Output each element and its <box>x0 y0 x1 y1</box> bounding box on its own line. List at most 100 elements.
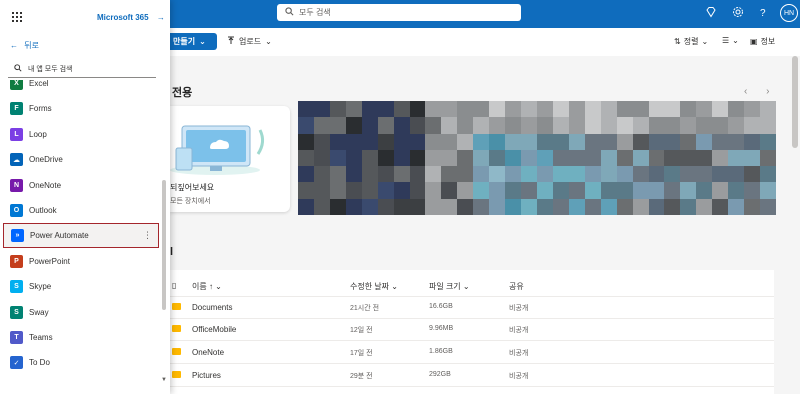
file-list-header: ▯ 이름 ↑ ⌄ 수정한 날짜 ⌄ 파일 크기 ⌄ 공유 <box>170 274 774 297</box>
thumbnail-pixel <box>521 198 537 215</box>
device-illustration <box>170 125 265 175</box>
avatar[interactable]: HN <box>780 4 798 22</box>
app-item-label: Sway <box>29 307 49 317</box>
thumbnail-pixel <box>728 198 745 215</box>
thumbnail-pixel <box>298 149 314 167</box>
info-button[interactable]: ▣ 정보 <box>750 36 775 47</box>
file-name[interactable]: OneNote <box>192 348 224 357</box>
more-options-icon[interactable]: ⋮ <box>143 230 152 241</box>
thumbnail-pixel <box>505 166 522 183</box>
app-item-label: Forms <box>29 104 52 114</box>
table-row[interactable]: OfficeMobile 12일 전 9.96MB 비공개 <box>170 318 774 341</box>
thumbnail-pixel <box>680 149 697 167</box>
search-placeholder: 모두 검색 <box>299 8 331 17</box>
thumbnail-pixel <box>744 182 761 199</box>
app-item-powerpoint[interactable]: P PowerPoint <box>3 249 159 274</box>
create-label: 만들기 <box>173 37 196 46</box>
microsoft-365-link[interactable]: Microsoft 365 → <box>97 13 165 22</box>
diamond-icon[interactable] <box>704 6 718 20</box>
app-item-outlook[interactable]: O Outlook <box>3 198 159 223</box>
thumbnail-pixel <box>696 198 713 215</box>
info-icon: ▣ <box>750 37 758 46</box>
thumbnail-pixel <box>648 133 665 150</box>
thumbnail-pixel <box>537 149 553 167</box>
panel-scrollbar[interactable] <box>162 180 166 310</box>
column-modified[interactable]: 수정한 날짜 ⌄ <box>350 281 398 292</box>
table-row[interactable]: Documents 21시간 전 16.6GB 비공개 <box>170 296 774 319</box>
thumbnail-pixel <box>425 198 442 215</box>
app-launcher-icon[interactable] <box>12 12 22 22</box>
create-button[interactable]: 만들기 ⌄ <box>170 33 217 50</box>
column-sharing[interactable]: 공유 <box>509 281 524 292</box>
thumbnail-pixel <box>648 117 665 134</box>
back-button[interactable]: ← 뒤로 <box>10 40 39 51</box>
next-arrow-icon[interactable]: › <box>766 86 777 97</box>
app-search-input[interactable]: 내 앱 모두 검색 <box>8 60 156 78</box>
app-item-forms[interactable]: F Forms <box>3 96 159 121</box>
prev-arrow-icon[interactable]: ‹ <box>744 86 755 97</box>
thumbnail-pixel <box>712 166 729 183</box>
app-item-onedrive[interactable]: ☁ OneDrive <box>3 147 159 172</box>
thumbnail-pixel <box>473 166 490 183</box>
gear-icon[interactable] <box>731 6 745 20</box>
app-item-to-do[interactable]: ✓ To Do <box>3 350 159 375</box>
search-icon <box>285 7 295 18</box>
thumbnail-pixel <box>361 198 378 215</box>
global-search-input[interactable]: 모두 검색 <box>277 4 521 21</box>
thumbnail-pixel <box>409 117 426 134</box>
thumbnail-pixel <box>409 166 426 183</box>
arrow-right-icon: → <box>156 13 165 22</box>
thumbnail-pixel <box>648 198 665 215</box>
app-item-teams[interactable]: T Teams <box>3 325 159 350</box>
thumbnail-pixel <box>345 133 362 150</box>
scroll-down-icon[interactable]: ▼ <box>161 377 167 383</box>
upload-button[interactable]: 업로드 ⌄ <box>227 36 272 47</box>
view-options-button[interactable]: ☰ ⌄ <box>722 36 739 45</box>
thumbnail-pixel <box>696 101 713 118</box>
help-icon[interactable]: ? <box>755 6 769 20</box>
app-item-label: Teams <box>29 333 53 342</box>
thumbnail-pixel <box>600 133 617 150</box>
thumbnail-pixel <box>298 133 314 150</box>
file-name[interactable]: Pictures <box>192 371 221 380</box>
thumbnail-pixel <box>600 198 617 215</box>
thumbnail-pixel <box>664 133 681 150</box>
thumbnail-pixel <box>728 166 745 183</box>
powerpoint-icon: P <box>10 254 23 268</box>
thumbnail-pixel <box>680 117 697 134</box>
thumbnail-pixel <box>441 166 458 183</box>
onboarding-card[interactable]: 되짚어보세요 모든 장치에서 <box>170 106 290 212</box>
file-sharing: 비공개 <box>509 373 529 380</box>
thumbnail-pixel <box>489 149 506 167</box>
app-item-sway[interactable]: S Sway <box>3 300 159 325</box>
sort-button[interactable]: ⇅ 정렬 ⌄ <box>674 36 708 47</box>
chevron-down-icon: ⌄ <box>199 37 206 46</box>
app-item-skype[interactable]: S Skype <box>3 274 159 299</box>
thumbnail-pixel <box>345 182 362 199</box>
thumbnail-pixel <box>313 182 330 199</box>
thumbnail-pixel <box>457 133 474 150</box>
thumbnail-pixel <box>298 117 314 134</box>
file-name[interactable]: OfficeMobile <box>192 325 236 334</box>
thumbnail-pixel <box>489 198 506 215</box>
thumbnail-pixel <box>632 133 649 150</box>
main-scrollbar[interactable] <box>792 56 798 148</box>
thumbnail-pixel <box>489 133 506 150</box>
column-name[interactable]: 이름 ↑ ⌄ <box>192 281 222 292</box>
app-item-power-automate[interactable]: » Power Automate ⋮ <box>3 223 159 249</box>
file-name[interactable]: Documents <box>192 303 232 312</box>
thumbnail-pixel <box>329 198 346 215</box>
thumbnail-pixel <box>616 198 633 215</box>
table-row[interactable]: Pictures 29분 전 292GB 비공개 <box>170 364 774 387</box>
thumbnail-pixel <box>552 198 569 215</box>
app-item-loop[interactable]: L Loop <box>3 122 159 147</box>
thumbnail-pixel <box>728 101 745 118</box>
app-item-excel[interactable]: X Excel <box>3 80 159 96</box>
app-item-onenote[interactable]: N OneNote <box>3 173 159 198</box>
folder-icon <box>172 303 181 310</box>
thumbnail-pixel <box>760 101 776 118</box>
table-row[interactable]: OneNote 17일 전 1.86GB 비공개 <box>170 341 774 364</box>
thumbnail-pixel <box>696 149 713 167</box>
thumbnail-pixel <box>600 166 617 183</box>
column-size[interactable]: 파일 크기 ⌄ <box>429 281 470 292</box>
